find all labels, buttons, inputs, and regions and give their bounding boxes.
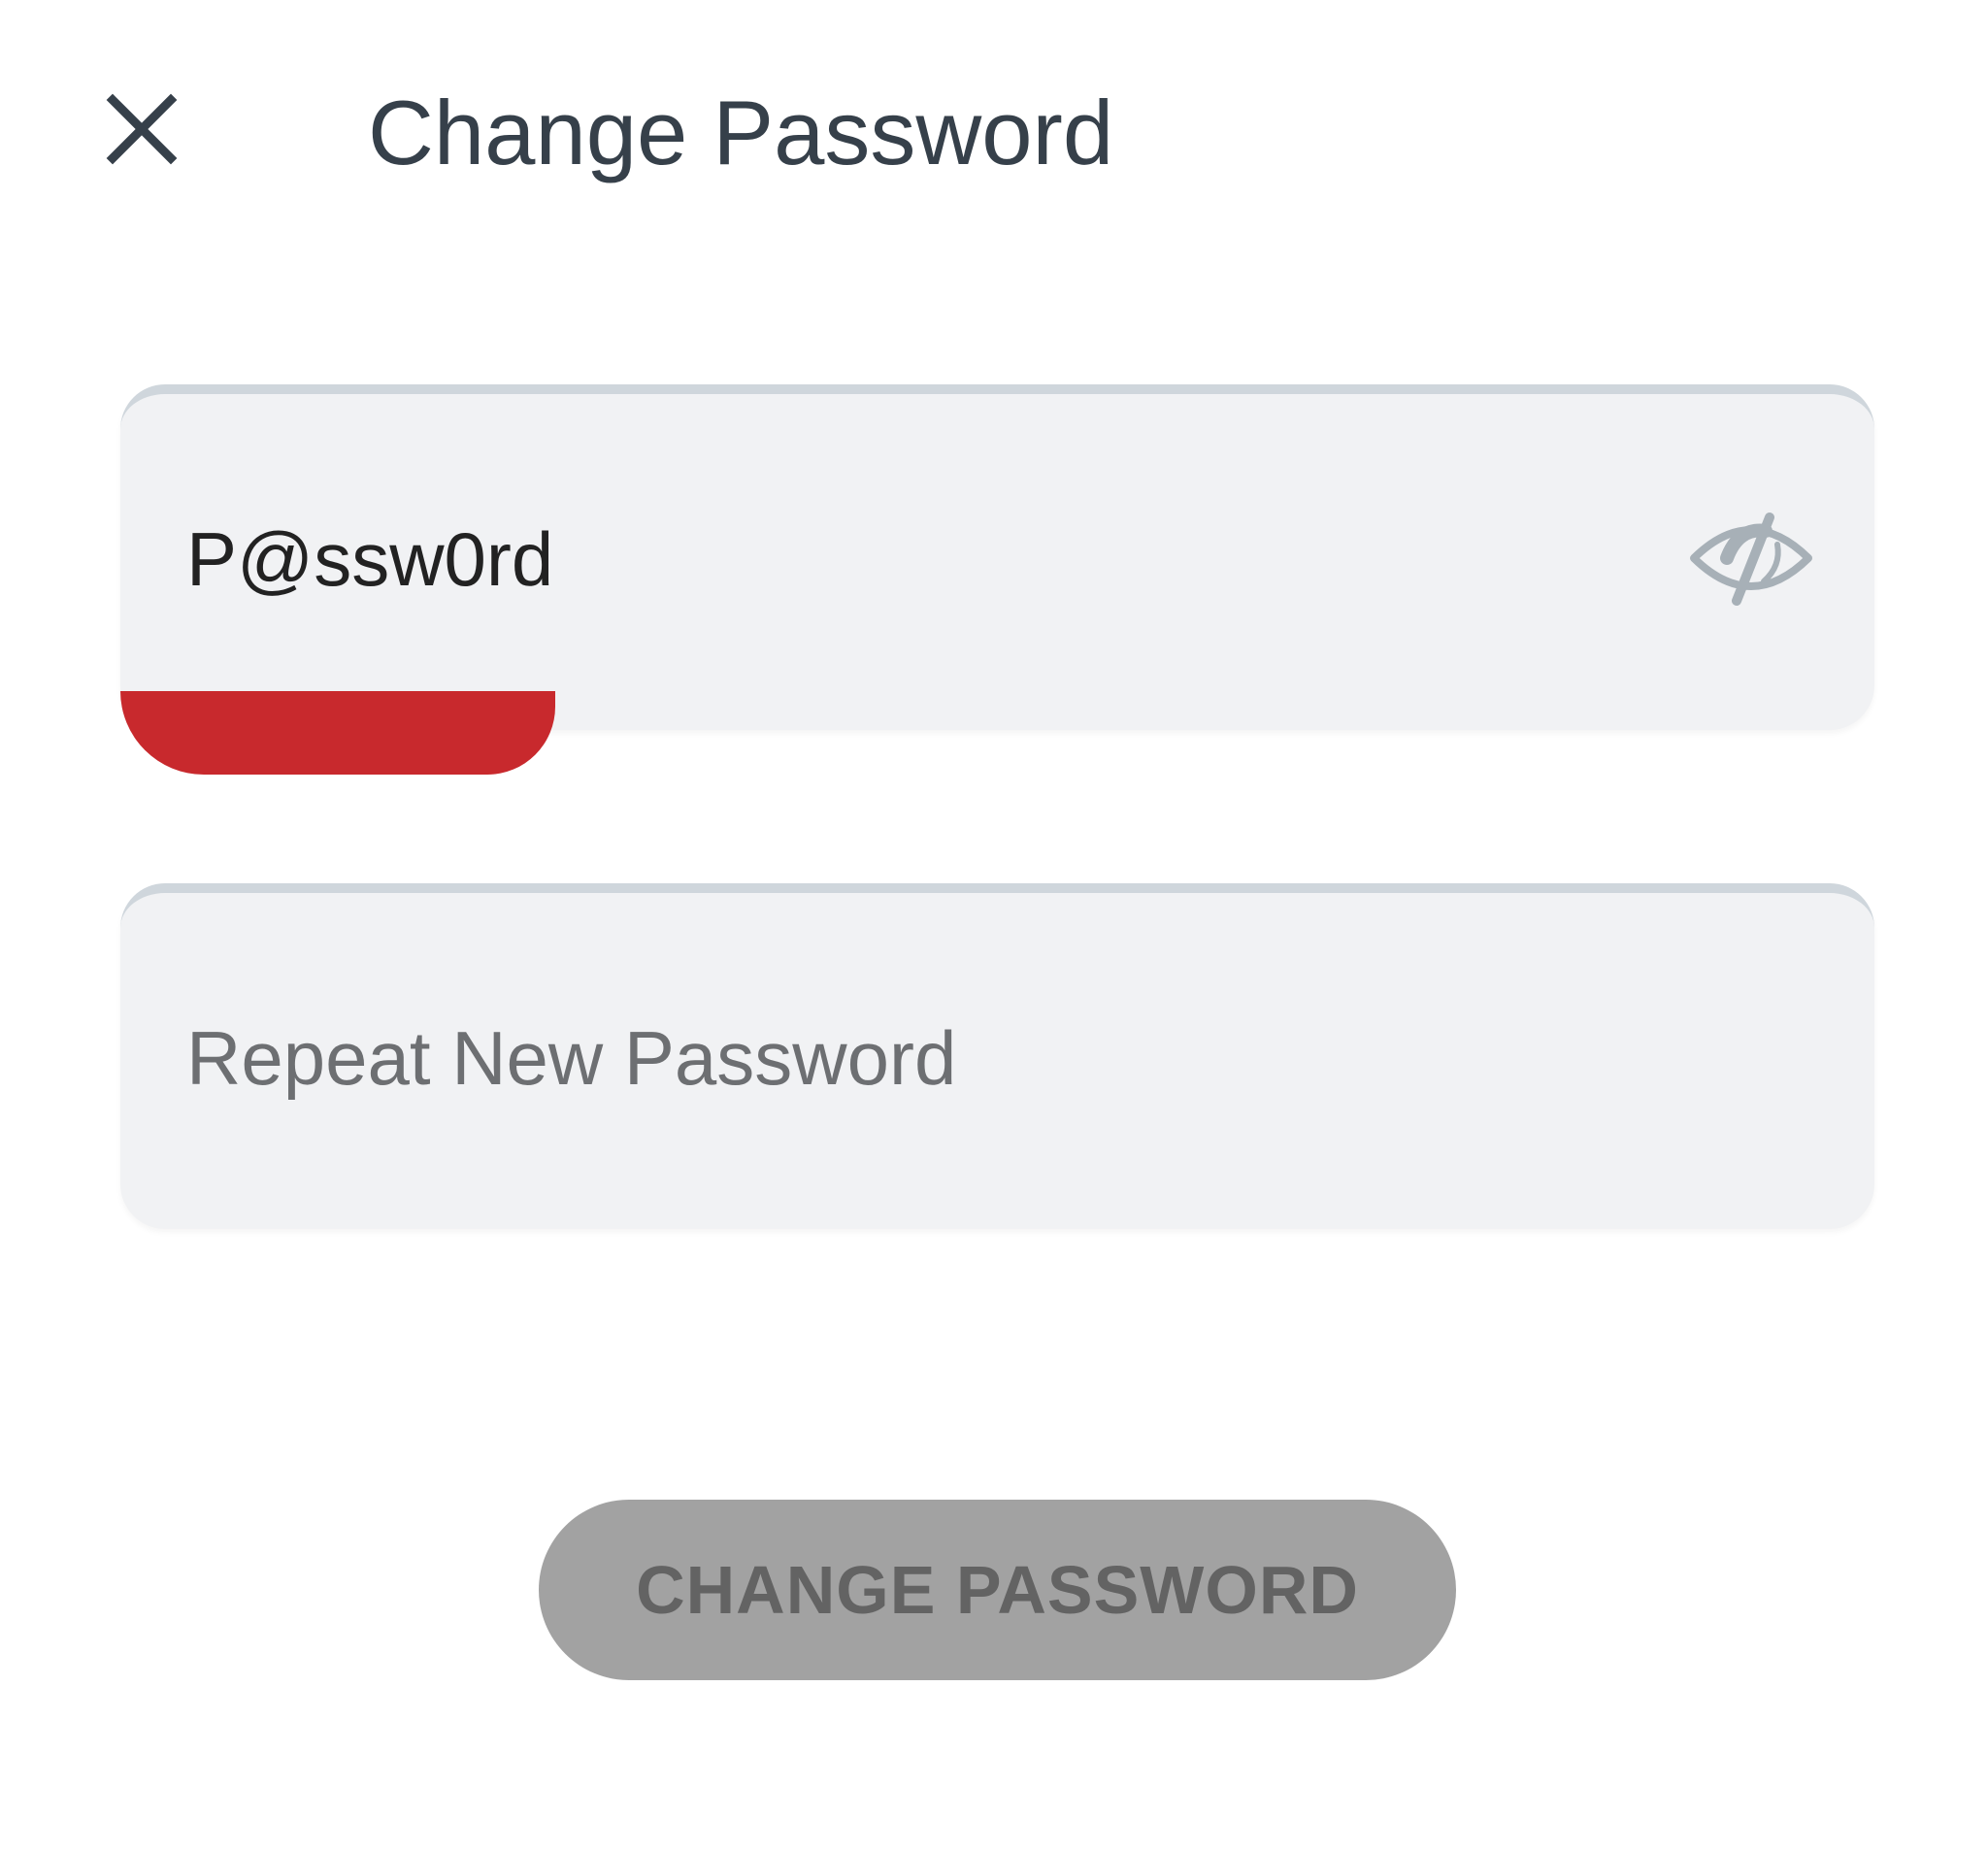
repeat-password-input[interactable]: Repeat New Password (186, 1009, 956, 1107)
eye-slash-icon (1690, 513, 1812, 606)
repeat-password-field[interactable]: Repeat New Password (120, 883, 1874, 1229)
change-password-button-label: CHANGE PASSWORD (636, 1552, 1359, 1628)
new-password-value[interactable]: P@ssw0rd (186, 511, 553, 608)
toggle-visibility-button[interactable] (1678, 505, 1824, 612)
page-title: Change Password (368, 82, 1114, 183)
change-password-button[interactable]: CHANGE PASSWORD (539, 1500, 1456, 1680)
new-password-field[interactable]: P@ssw0rd (120, 384, 1874, 730)
password-strength-indicator (120, 691, 555, 775)
close-icon (106, 93, 178, 165)
close-button[interactable] (93, 81, 190, 178)
